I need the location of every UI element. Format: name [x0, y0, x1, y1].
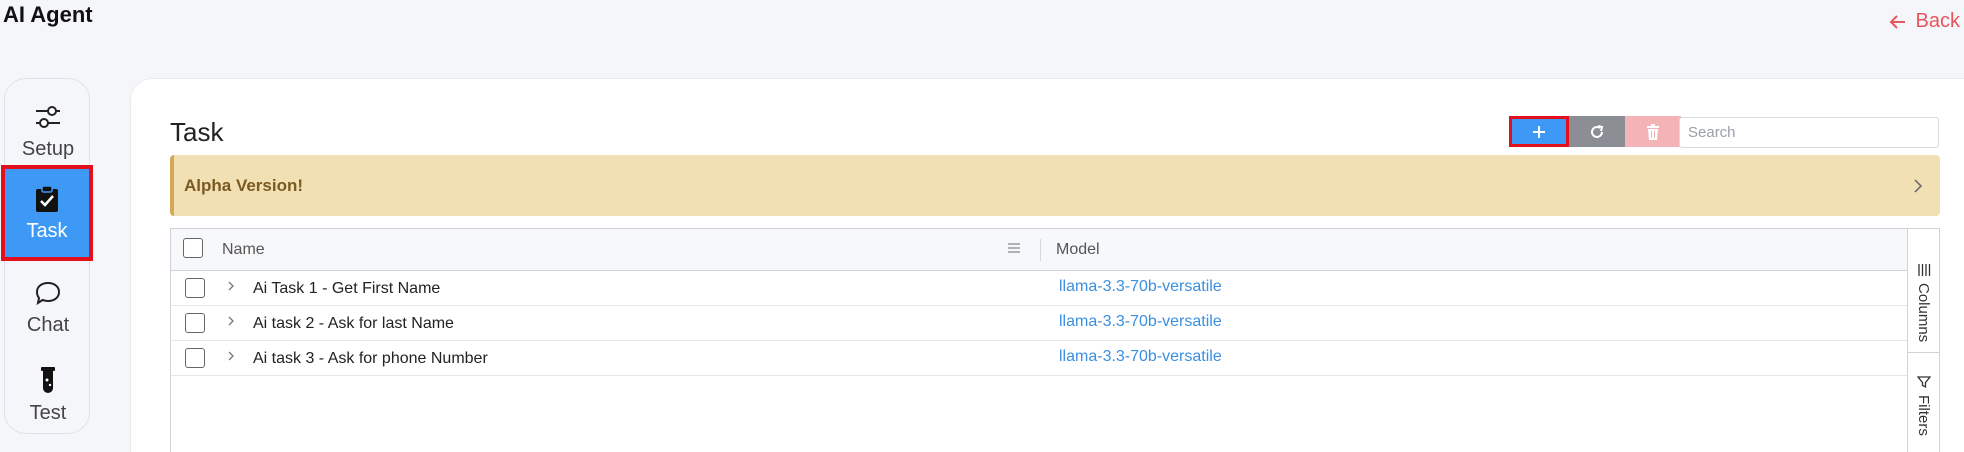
select-all-checkbox[interactable]: [183, 238, 203, 258]
trash-icon: [1647, 123, 1659, 140]
clipboard-check-icon: [32, 184, 62, 214]
alpha-version-alert[interactable]: Alpha Version!: [170, 155, 1940, 216]
alert-text: Alpha Version!: [184, 175, 304, 195]
back-label: Back: [1915, 10, 1960, 32]
filters-label: Filters: [1915, 395, 1932, 436]
filter-icon: [1916, 376, 1931, 389]
chat-bubble-icon: [33, 278, 63, 308]
row-checkbox[interactable]: [185, 278, 205, 298]
sliders-icon: [33, 102, 63, 132]
column-separator[interactable]: [1040, 239, 1041, 261]
row-checkbox[interactable]: [185, 348, 205, 368]
filters-panel-button[interactable]: Filters: [1908, 375, 1939, 452]
refresh-icon: [1591, 124, 1604, 138]
row-name: Ai Task 1 - Get First Name: [253, 280, 441, 297]
column-menu-icon[interactable]: [1006, 241, 1022, 255]
sidebar-item-task[interactable]: Task: [1, 165, 93, 261]
toolbar: [1509, 116, 1681, 147]
columns-label: Columns: [1915, 283, 1932, 343]
search-input[interactable]: [1679, 117, 1939, 148]
task-grid: Name Model Ai Task 1 - Get First Name ll…: [170, 228, 1940, 452]
app-title: AI Agent: [3, 2, 93, 27]
expand-chevron-icon[interactable]: [225, 349, 237, 363]
delete-button[interactable]: [1625, 116, 1681, 147]
table-row[interactable]: Ai Task 1 - Get First Name llama-3.3-70b…: [171, 271, 1907, 306]
test-tube-icon: [33, 366, 63, 396]
sidebar-item-label: Test: [29, 401, 67, 424]
sidebar-item-test[interactable]: Test: [5, 351, 91, 439]
main-panel: Task Alpha Version!: [130, 78, 1964, 452]
table-row[interactable]: Ai task 3 - Ask for phone Number llama-3…: [171, 341, 1907, 376]
grid-side-panel: Columns Filters: [1907, 229, 1939, 452]
page-title: Task: [170, 117, 224, 147]
row-model-link[interactable]: llama-3.3-70b-versatile: [1059, 348, 1222, 366]
row-checkbox[interactable]: [185, 313, 205, 333]
sidebar-item-chat[interactable]: Chat: [5, 263, 91, 351]
expand-chevron-icon[interactable]: [225, 279, 237, 293]
columns-panel-button[interactable]: Columns: [1908, 263, 1939, 353]
sidebar-item-label: Task: [26, 219, 68, 242]
column-header-name[interactable]: Name: [222, 241, 265, 259]
refresh-button[interactable]: [1569, 116, 1625, 147]
sidebar-item-setup[interactable]: Setup: [5, 87, 91, 175]
sidebar-item-label: Chat: [26, 313, 70, 336]
columns-icon: [1917, 264, 1930, 276]
row-name: Ai task 3 - Ask for phone Number: [253, 350, 488, 367]
sidebar-nav: Setup Task Chat Test: [1, 78, 93, 434]
sidebar-item-label: Setup: [21, 137, 75, 160]
row-name: Ai task 2 - Ask for last Name: [253, 315, 454, 332]
arrow-left-icon: [1889, 14, 1905, 29]
row-model-link[interactable]: llama-3.3-70b-versatile: [1059, 278, 1222, 296]
table-row[interactable]: Ai task 2 - Ask for last Name llama-3.3-…: [171, 306, 1907, 341]
grid-header: Name Model: [171, 229, 1939, 271]
add-button[interactable]: [1509, 116, 1569, 147]
column-header-model[interactable]: Model: [1056, 241, 1100, 259]
plus-icon: [1533, 125, 1545, 138]
back-link[interactable]: Back: [1888, 10, 1960, 33]
row-model-link[interactable]: llama-3.3-70b-versatile: [1059, 313, 1222, 331]
expand-chevron-icon[interactable]: [225, 314, 237, 328]
chevron-right-icon: [1914, 178, 1923, 193]
